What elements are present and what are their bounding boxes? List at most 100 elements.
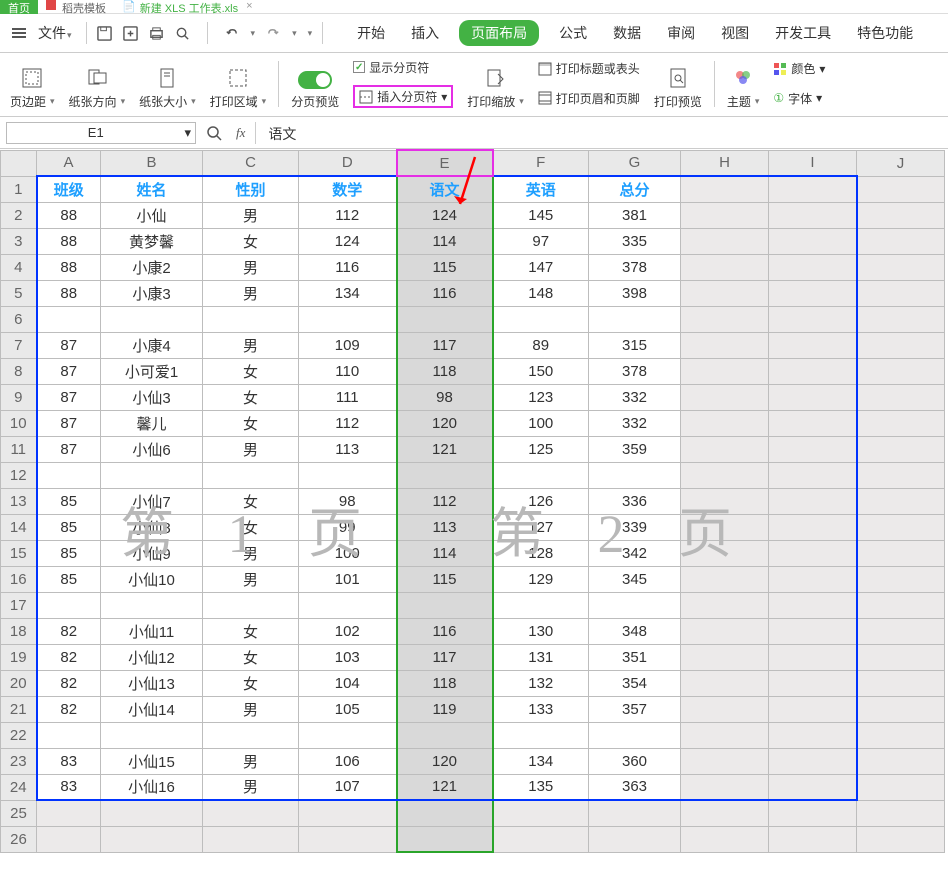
insert-page-break-button[interactable]: 插入分页符▾	[353, 85, 453, 108]
cell-I22[interactable]	[769, 722, 857, 748]
show-page-break-checkbox[interactable]: ✓显示分页符	[353, 59, 453, 76]
row-header-22[interactable]: 22	[1, 722, 37, 748]
col-header-D[interactable]: D	[299, 150, 397, 176]
col-header-H[interactable]: H	[681, 150, 769, 176]
cell-A4[interactable]: 88	[37, 254, 101, 280]
cell-F23[interactable]: 134	[493, 748, 589, 774]
cell-H17[interactable]	[681, 592, 769, 618]
cell-F21[interactable]: 133	[493, 696, 589, 722]
cell-E21[interactable]: 119	[397, 696, 493, 722]
tab-formula[interactable]: 公式	[553, 20, 593, 46]
cell-H11[interactable]	[681, 436, 769, 462]
cell-E2[interactable]: 124	[397, 202, 493, 228]
cell-C17[interactable]	[203, 592, 299, 618]
theme-color-button[interactable]: 颜色▾	[773, 60, 825, 77]
cell-C19[interactable]: 女	[203, 644, 299, 670]
col-header-G[interactable]: G	[589, 150, 681, 176]
cell-E22[interactable]	[397, 722, 493, 748]
row-header-13[interactable]: 13	[1, 488, 37, 514]
cell-H7[interactable]	[681, 332, 769, 358]
cell-I9[interactable]	[769, 384, 857, 410]
row-header-21[interactable]: 21	[1, 696, 37, 722]
cell-G6[interactable]	[589, 306, 681, 332]
undo-dropdown-icon[interactable]: ▾	[250, 28, 256, 39]
tab-page-layout[interactable]: 页面布局	[459, 20, 539, 46]
cell-I13[interactable]	[769, 488, 857, 514]
col-header-J[interactable]: J	[857, 150, 945, 176]
cell-F1[interactable]: 英语	[493, 176, 589, 202]
cell-D12[interactable]	[299, 462, 397, 488]
cell-C5[interactable]: 男	[203, 280, 299, 306]
tab-data[interactable]: 数据	[607, 20, 647, 46]
row-header-24[interactable]: 24	[1, 774, 37, 800]
cell-B23[interactable]: 小仙15	[101, 748, 203, 774]
cell-H22[interactable]	[681, 722, 769, 748]
cell-H14[interactable]	[681, 514, 769, 540]
cell-D1[interactable]: 数学	[299, 176, 397, 202]
hamburger-icon[interactable]	[8, 26, 30, 40]
cell-J12[interactable]	[857, 462, 945, 488]
page-break-preview-button[interactable]: 分页预览	[285, 57, 345, 110]
tab-special[interactable]: 特色功能	[851, 20, 919, 46]
cell-J20[interactable]	[857, 670, 945, 696]
cell-G17[interactable]	[589, 592, 681, 618]
tab-start[interactable]: 开始	[351, 20, 391, 46]
cell-C9[interactable]: 女	[203, 384, 299, 410]
cell-F2[interactable]: 145	[493, 202, 589, 228]
cell-J7[interactable]	[857, 332, 945, 358]
cell-D11[interactable]: 113	[299, 436, 397, 462]
cell-J4[interactable]	[857, 254, 945, 280]
cell-C20[interactable]: 女	[203, 670, 299, 696]
cell-I4[interactable]	[769, 254, 857, 280]
cell-B6[interactable]	[101, 306, 203, 332]
cell-F19[interactable]: 131	[493, 644, 589, 670]
search-icon[interactable]	[202, 125, 226, 141]
cell-C25[interactable]	[203, 800, 299, 826]
row-header-16[interactable]: 16	[1, 566, 37, 592]
cell-J11[interactable]	[857, 436, 945, 462]
cell-G13[interactable]: 336	[589, 488, 681, 514]
cell-J8[interactable]	[857, 358, 945, 384]
cell-H12[interactable]	[681, 462, 769, 488]
cell-E4[interactable]: 115	[397, 254, 493, 280]
cell-F17[interactable]	[493, 592, 589, 618]
margins-button[interactable]: 页边距	[4, 57, 61, 110]
cell-A5[interactable]: 88	[37, 280, 101, 306]
cell-B2[interactable]: 小仙	[101, 202, 203, 228]
row-header-18[interactable]: 18	[1, 618, 37, 644]
cell-J24[interactable]	[857, 774, 945, 800]
cell-I7[interactable]	[769, 332, 857, 358]
name-box-dropdown-icon[interactable]: ▾	[184, 125, 195, 141]
cell-H6[interactable]	[681, 306, 769, 332]
row-header-17[interactable]: 17	[1, 592, 37, 618]
cell-G15[interactable]: 342	[589, 540, 681, 566]
cell-I8[interactable]	[769, 358, 857, 384]
cell-G25[interactable]	[589, 800, 681, 826]
sheet-table[interactable]: ABCDEFGHIJ1班级姓名性别数学语文英语总分288小仙男112124145…	[0, 149, 945, 853]
cell-A19[interactable]: 82	[37, 644, 101, 670]
cell-C8[interactable]: 女	[203, 358, 299, 384]
cell-E6[interactable]	[397, 306, 493, 332]
cell-A1[interactable]: 班级	[37, 176, 101, 202]
tab-view[interactable]: 视图	[715, 20, 755, 46]
cell-I26[interactable]	[769, 826, 857, 852]
redo-icon[interactable]	[265, 25, 281, 41]
cell-H25[interactable]	[681, 800, 769, 826]
cell-J19[interactable]	[857, 644, 945, 670]
cell-E11[interactable]: 121	[397, 436, 493, 462]
save-as-icon[interactable]	[123, 25, 139, 41]
cell-D15[interactable]: 100	[299, 540, 397, 566]
cell-F24[interactable]: 135	[493, 774, 589, 800]
cell-H19[interactable]	[681, 644, 769, 670]
tab-insert[interactable]: 插入	[405, 20, 445, 46]
qat-more-icon[interactable]: ▾	[307, 28, 313, 39]
save-icon[interactable]	[97, 25, 113, 41]
cell-E17[interactable]	[397, 592, 493, 618]
cell-H1[interactable]	[681, 176, 769, 202]
cell-G24[interactable]: 363	[589, 774, 681, 800]
cell-J16[interactable]	[857, 566, 945, 592]
cell-F18[interactable]: 130	[493, 618, 589, 644]
cell-F22[interactable]	[493, 722, 589, 748]
cell-A11[interactable]: 87	[37, 436, 101, 462]
cell-A23[interactable]: 83	[37, 748, 101, 774]
